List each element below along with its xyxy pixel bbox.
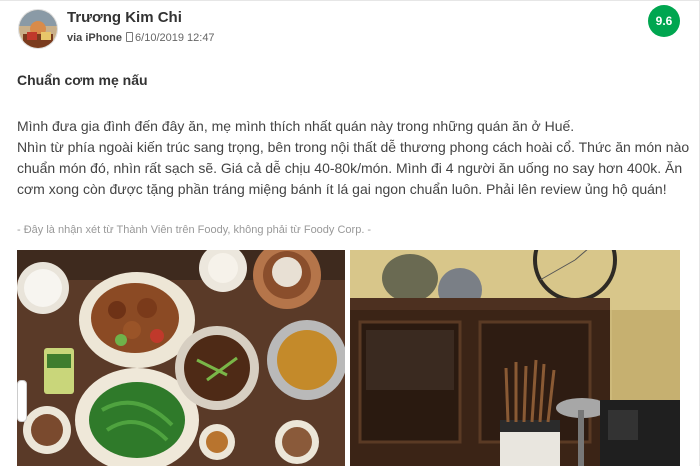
review-date: 6/10/2019 12:47 <box>135 32 215 44</box>
phone-icon <box>126 32 134 42</box>
score-badge: 9.6 <box>648 5 680 37</box>
review-paragraph: Nhìn từ phía ngoài kiến trúc sang trọng,… <box>17 139 690 197</box>
restaurant-interior-photo[interactable] <box>350 250 680 466</box>
author-name[interactable]: Trương Kim Chi <box>67 9 182 26</box>
device-label: via iPhone <box>67 32 123 44</box>
review-paragraph: Mình đưa gia đình đến đây ăn, mẹ mình th… <box>17 118 575 134</box>
scroll-handle[interactable] <box>17 380 27 422</box>
review-card: Trương Kim Chi via iPhone 6/10/2019 12:47… <box>0 0 700 466</box>
food-dishes-photo[interactable] <box>17 250 345 466</box>
avatar[interactable] <box>18 9 58 49</box>
divider <box>0 0 700 1</box>
disclaimer: - Đây là nhận xét từ Thành Viên trên Foo… <box>17 224 372 236</box>
review-title[interactable]: Chuẩn cơm mẹ nấu <box>17 72 148 88</box>
review-body: Mình đưa gia đình đến đây ăn, mẹ mình th… <box>17 116 697 200</box>
review-meta: via iPhone 6/10/2019 12:47 <box>67 32 215 44</box>
